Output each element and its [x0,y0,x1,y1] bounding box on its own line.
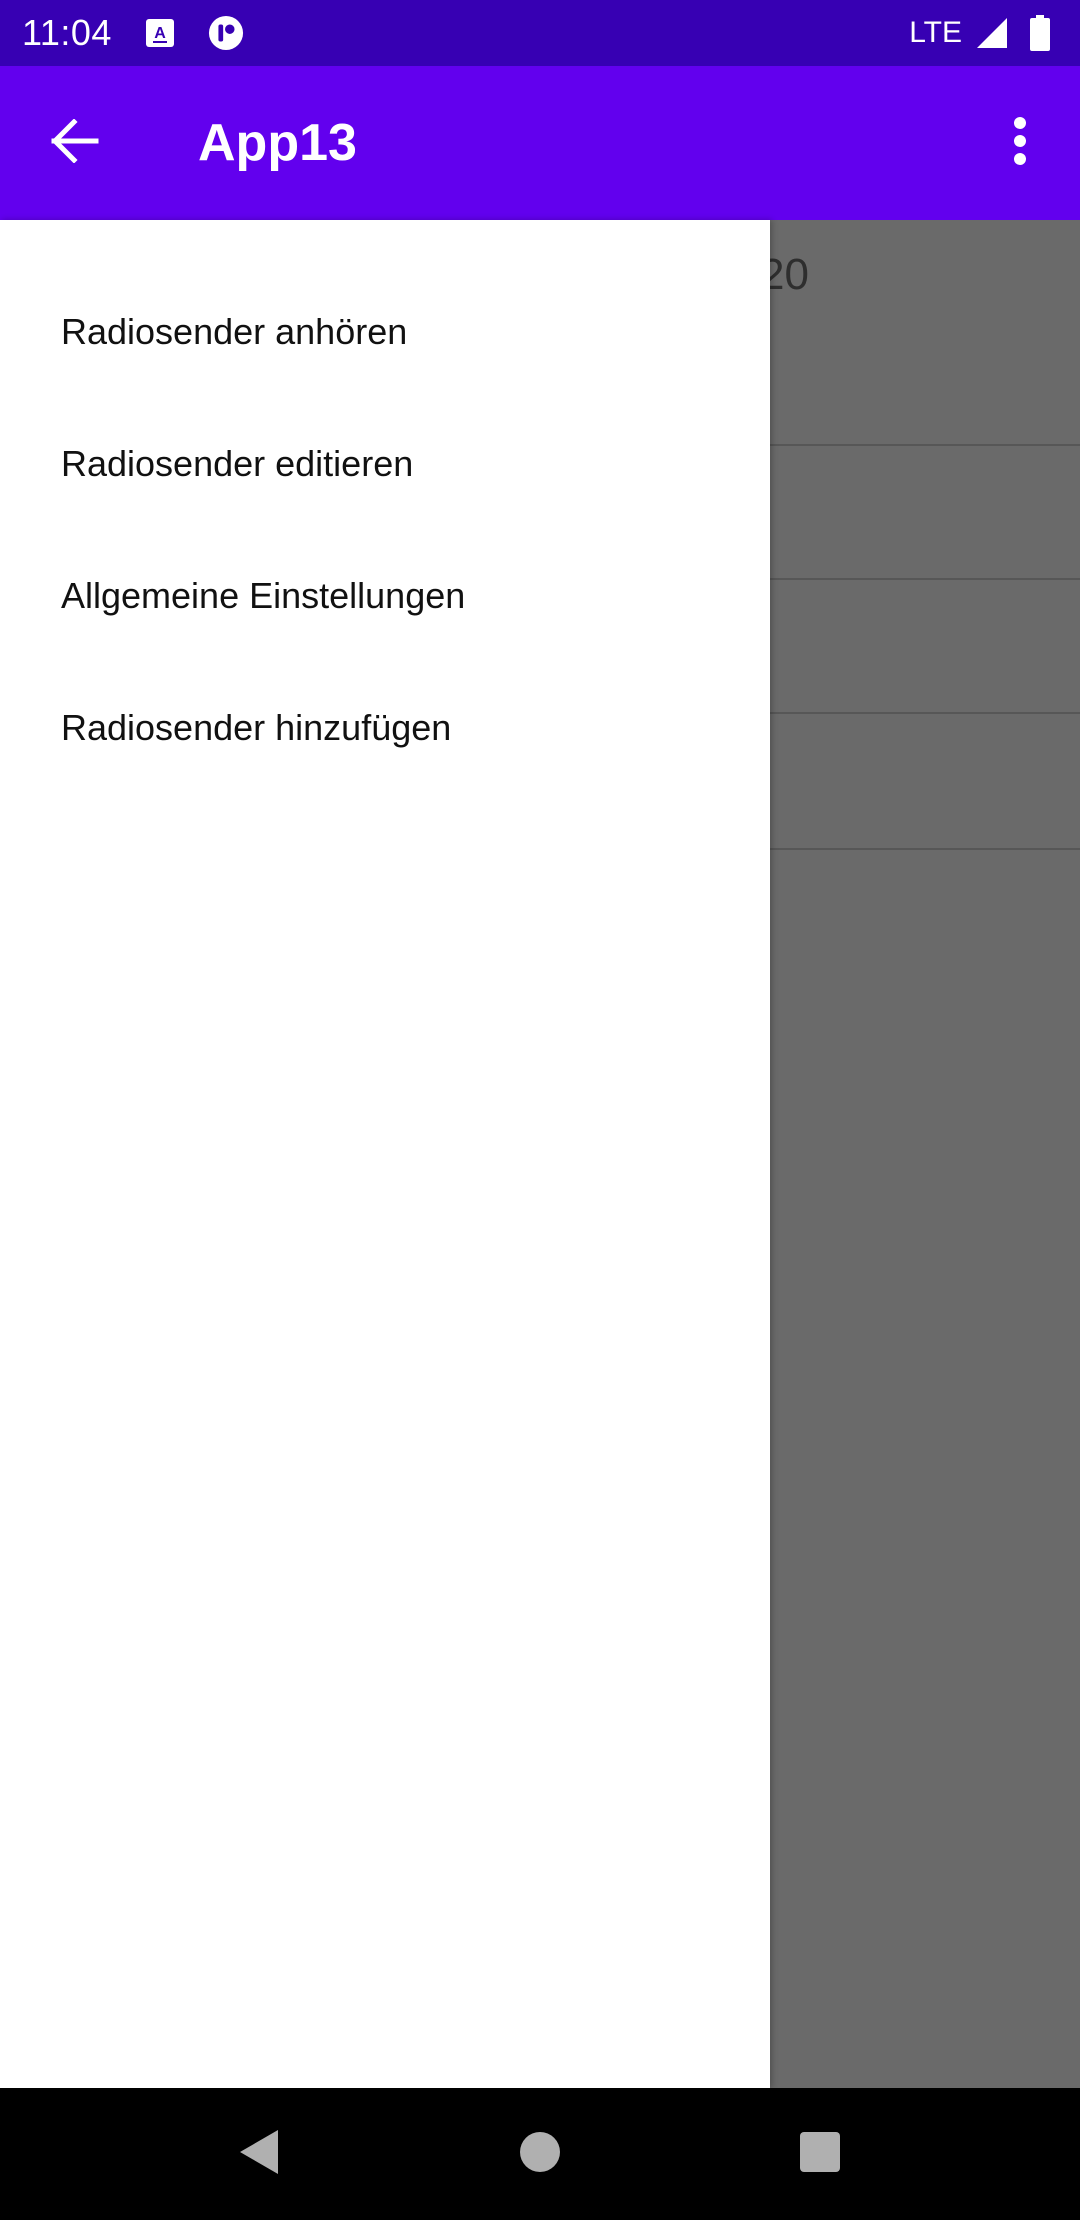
overflow-menu-button[interactable] [960,66,1080,220]
status-time: 11:04 [22,12,112,53]
back-triangle-icon [238,2128,282,2181]
battery-icon [1022,15,1058,51]
system-home-button[interactable] [480,2094,600,2214]
recents-square-icon [799,2131,841,2178]
arrow-back-icon [50,117,100,168]
app-bar: App13 [0,66,1080,220]
system-back-button[interactable] [200,2094,320,2214]
status-right: LTE [909,15,1058,51]
list-divider [770,444,1080,446]
list-divider [770,578,1080,580]
home-circle-icon [518,2130,562,2179]
status-bar: 11:04 A LTE [0,0,1080,66]
network-type: LTE [909,16,962,49]
drawer-item-listen[interactable]: Radiosender anhören [0,266,770,398]
more-vert-icon [1012,116,1028,171]
notification-icon [208,15,244,51]
accessibility-icon: A [142,15,178,51]
svg-text:A: A [154,25,166,42]
signal-icon [974,15,1010,51]
status-left: 11:04 A [22,12,244,54]
list-divider [770,712,1080,714]
page-title: App13 [198,114,357,172]
drawer-item-edit[interactable]: Radiosender editieren [0,398,770,530]
system-recents-button[interactable] [760,2094,880,2214]
system-nav-bar [0,2088,1080,2220]
drawer-menu: Radiosender anhören Radiosender editiere… [0,220,770,794]
drawer-item-add[interactable]: Radiosender hinzufügen [0,662,770,794]
list-divider [770,848,1080,850]
drawer-item-settings[interactable]: Allgemeine Einstellungen [0,530,770,662]
back-button[interactable] [0,66,150,220]
navigation-drawer: Radiosender anhören Radiosender editiere… [0,220,770,2088]
